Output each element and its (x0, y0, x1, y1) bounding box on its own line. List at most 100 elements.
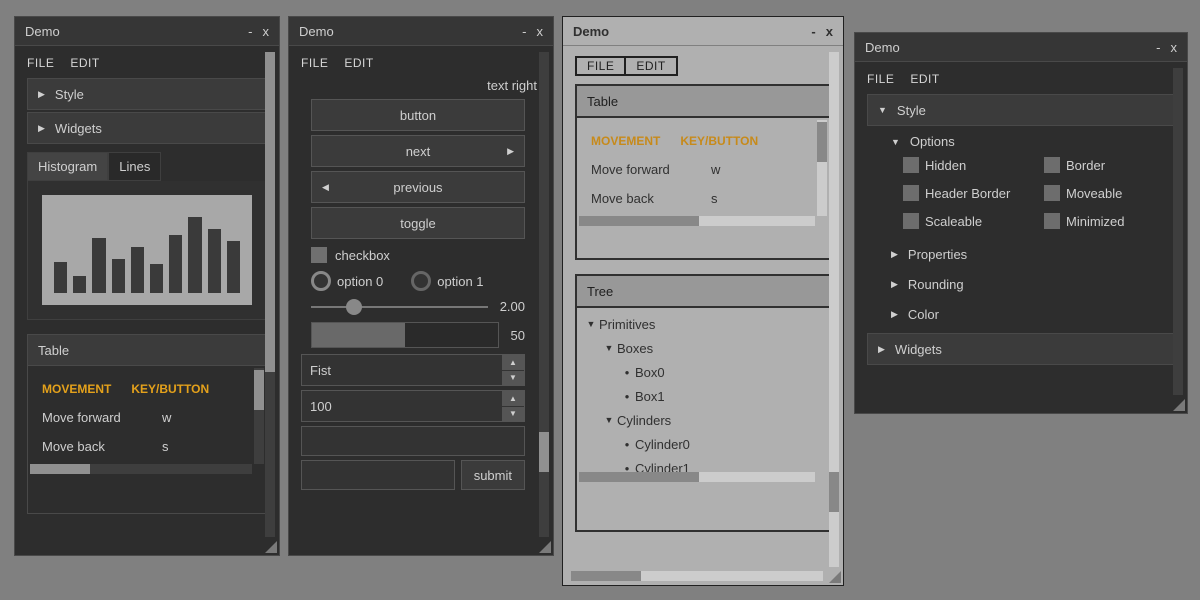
slider-knob[interactable] (346, 299, 362, 315)
col-key: KEY/BUTTON (131, 382, 209, 396)
titlebar[interactable]: Demo - x (855, 33, 1187, 62)
chevron-up-icon[interactable]: ▲ (502, 355, 524, 370)
tab-lines[interactable]: Lines (108, 152, 161, 181)
close-button[interactable]: x (826, 24, 833, 39)
tree-node-cylinders[interactable]: ▼Cylinders (583, 408, 823, 432)
combo-box[interactable]: Fist ▲▼ (301, 354, 525, 386)
scrollbar[interactable] (254, 368, 264, 464)
radio-option-1[interactable]: option 1 (411, 271, 483, 291)
titlebar[interactable]: Demo - x (563, 17, 843, 46)
radio-option-0[interactable]: option 0 (311, 271, 383, 291)
chevron-up-icon[interactable]: ▲ (502, 391, 524, 406)
submit-button[interactable]: submit (461, 460, 525, 490)
scrollbar[interactable] (1173, 68, 1183, 395)
close-button[interactable]: x (1171, 40, 1178, 55)
chevron-down-icon: ▼ (601, 415, 617, 425)
menu-edit[interactable]: EDIT (910, 72, 939, 86)
widgets-header[interactable]: ▶ Widgets (867, 333, 1175, 365)
scrollbar[interactable] (579, 216, 815, 226)
option-header-border[interactable]: Header Border (903, 185, 1034, 201)
text-input[interactable] (301, 460, 455, 490)
properties-header[interactable]: ▶Properties (867, 239, 1175, 269)
option-minimized[interactable]: Minimized (1044, 213, 1175, 229)
button-previous[interactable]: ◀ previous (311, 171, 525, 203)
options-header[interactable]: ▼ Options (867, 128, 1175, 155)
chevron-down-icon: ▼ (891, 137, 900, 147)
text-input[interactable] (301, 426, 525, 456)
chevron-down-icon[interactable]: ▼ (502, 406, 524, 422)
option-moveable[interactable]: Moveable (1044, 185, 1175, 201)
chart-tabs: Histogram Lines (27, 152, 267, 181)
button-plain[interactable]: button (311, 99, 525, 131)
minimize-button[interactable]: - (811, 24, 815, 39)
demo-window-b: Demo - x FILE EDIT text right button nex… (288, 16, 554, 556)
chevron-down-icon[interactable]: ▼ (502, 370, 524, 386)
style-label: Style (897, 103, 926, 118)
menu-edit[interactable]: EDIT (70, 56, 99, 70)
col-movement: MOVEMENT (42, 382, 111, 396)
titlebar[interactable]: Demo - x (289, 17, 553, 46)
menu-file[interactable]: FILE (867, 72, 894, 86)
menu-file[interactable]: FILE (575, 56, 626, 76)
menu-file[interactable]: FILE (301, 56, 328, 70)
scrollbar[interactable] (829, 52, 839, 567)
widgets-label: Widgets (55, 121, 102, 136)
scrollbar[interactable] (579, 472, 815, 482)
close-button[interactable]: x (537, 24, 544, 39)
tab-histogram[interactable]: Histogram (27, 152, 108, 181)
resize-grip[interactable] (265, 541, 277, 553)
menu-file[interactable]: FILE (27, 56, 54, 70)
minimize-button[interactable]: - (1156, 40, 1160, 55)
scrollbar[interactable] (539, 52, 549, 537)
rounding-header[interactable]: ▶Rounding (867, 269, 1175, 299)
tree-node-primitives[interactable]: ▼Primitives (583, 312, 823, 336)
window-title: Demo (25, 24, 60, 39)
bar (92, 238, 105, 293)
menubar: FILE EDIT (867, 72, 1175, 86)
demo-window-c: Demo - x FILE EDIT Table MOVEMENT KEY/BU… (562, 16, 844, 586)
button-toggle[interactable]: toggle (311, 207, 525, 239)
color-header[interactable]: ▶Color (867, 299, 1175, 329)
minimize-button[interactable]: - (522, 24, 526, 39)
chevron-down-icon: ▼ (583, 319, 599, 329)
chevron-right-icon: ▶ (507, 146, 514, 157)
tree-node-boxes[interactable]: ▼Boxes (583, 336, 823, 360)
window-title: Demo (865, 40, 900, 55)
table-row: Move back s (591, 191, 809, 206)
tree-leaf-cyl0[interactable]: Cylinder0 (583, 432, 823, 456)
resize-grip[interactable] (829, 571, 841, 583)
tree-leaf-box0[interactable]: Box0 (583, 360, 823, 384)
widgets-header[interactable]: ▶ Widgets (27, 112, 267, 144)
option-scaleable[interactable]: Scaleable (903, 213, 1034, 229)
titlebar[interactable]: Demo - x (15, 17, 279, 46)
resize-grip[interactable] (1173, 399, 1185, 411)
scrollbar[interactable] (30, 464, 252, 474)
bar (73, 276, 86, 293)
button-next[interactable]: next ▶ (311, 135, 525, 167)
progress-value: 50 (511, 328, 525, 343)
option-border[interactable]: Border (1044, 157, 1175, 173)
menu-edit[interactable]: EDIT (344, 56, 373, 70)
close-button[interactable]: x (263, 24, 270, 39)
style-header[interactable]: ▼ Style (867, 94, 1175, 126)
scrollbar[interactable] (265, 52, 275, 537)
chevron-right-icon: ▶ (891, 279, 898, 290)
progress-bar[interactable] (311, 322, 499, 348)
widgets-label: Widgets (895, 342, 942, 357)
col-movement: MOVEMENT (591, 134, 660, 148)
spin-box[interactable]: 100 ▲▼ (301, 390, 525, 422)
tree-leaf-box1[interactable]: Box1 (583, 384, 823, 408)
slider[interactable] (311, 306, 488, 308)
table-row: Move forward w (42, 410, 246, 425)
scrollbar[interactable] (817, 120, 827, 216)
style-header[interactable]: ▶ Style (27, 78, 267, 110)
option-hidden[interactable]: Hidden (903, 157, 1034, 173)
resize-grip[interactable] (539, 541, 551, 553)
chevron-down-icon: ▼ (878, 105, 887, 115)
window-title: Demo (573, 24, 609, 39)
minimize-button[interactable]: - (248, 24, 252, 39)
checkbox[interactable]: checkbox (311, 247, 525, 263)
menu-edit[interactable]: EDIT (626, 56, 677, 76)
col-key: KEY/BUTTON (680, 134, 758, 148)
scrollbar[interactable] (571, 571, 823, 581)
